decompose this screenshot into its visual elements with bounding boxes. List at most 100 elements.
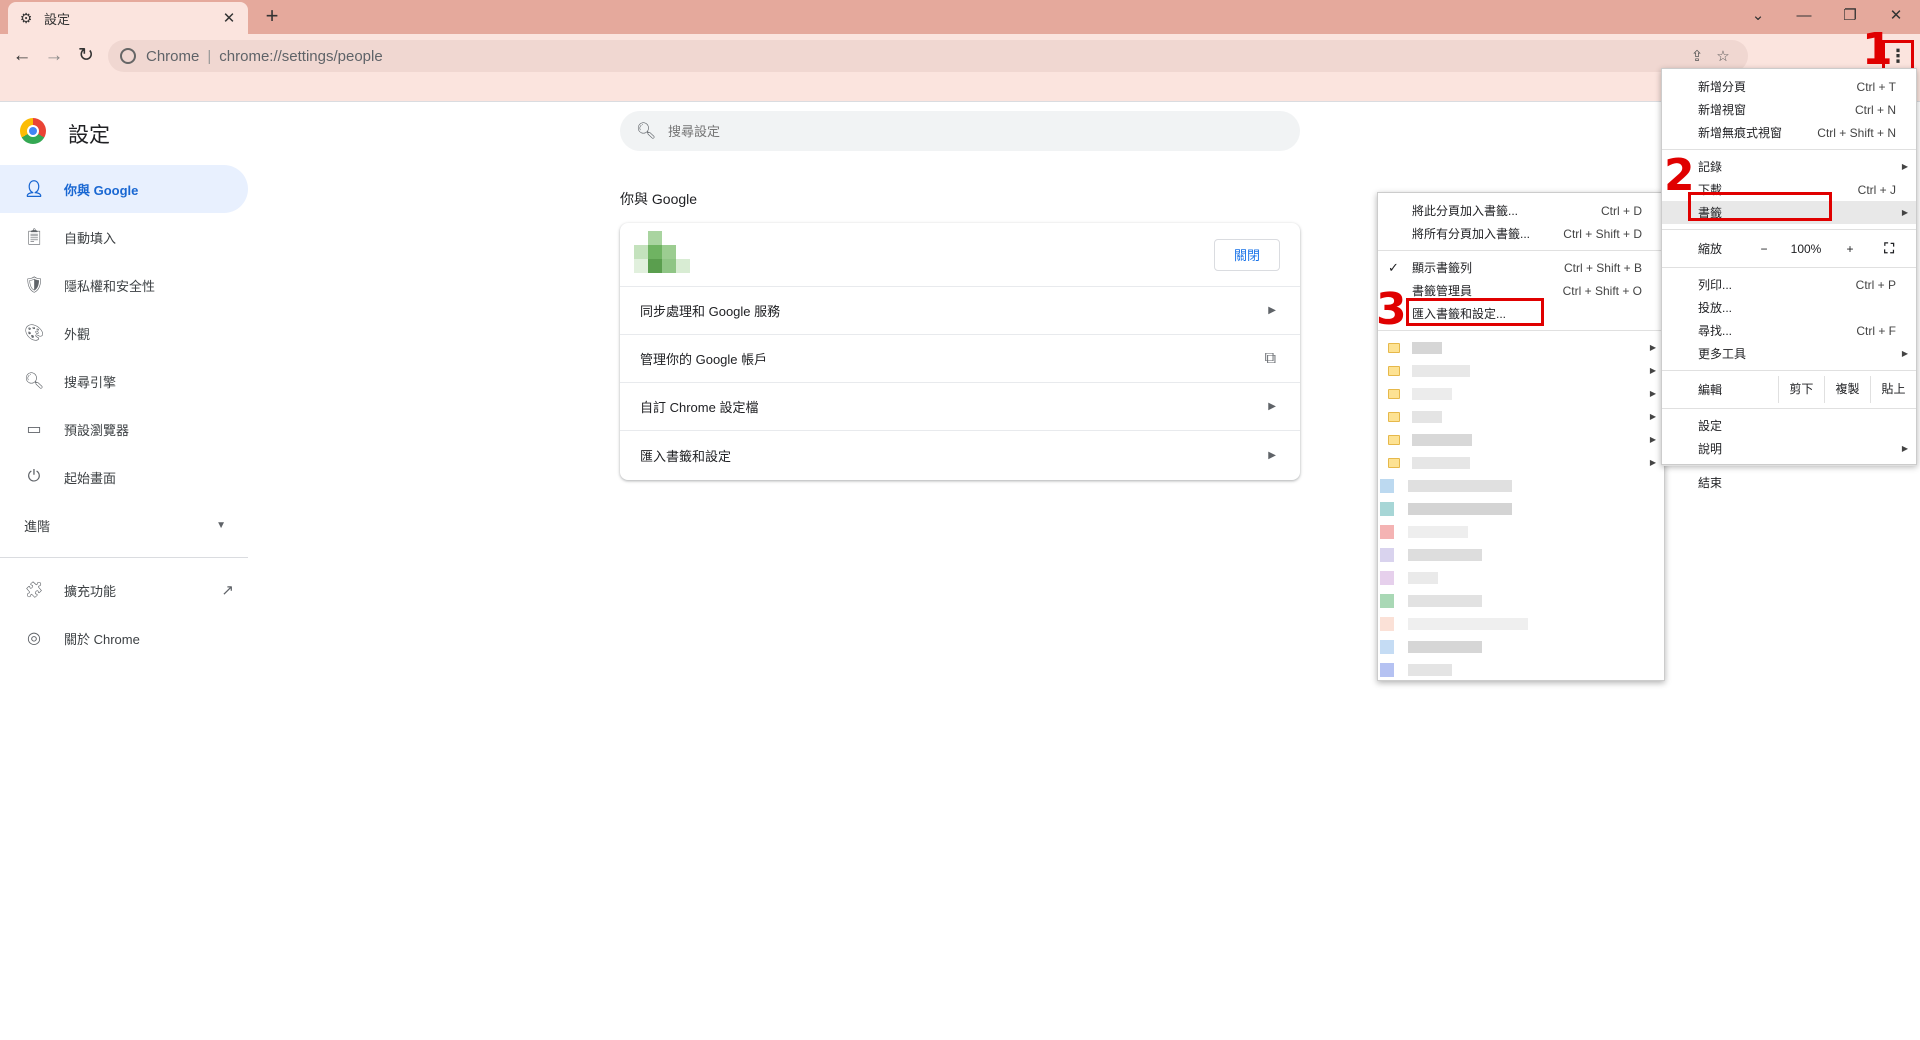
- customize-profile-row[interactable]: 自訂 Chrome 設定檔 ▶: [620, 383, 1300, 431]
- menu-item-shortcut: Ctrl + N: [1854, 102, 1896, 117]
- omnibox-scheme: Chrome: [146, 47, 200, 65]
- manage-account-row[interactable]: 管理你的 Google 帳戶 ⧉: [620, 335, 1300, 383]
- copy-button[interactable]: 複製: [1823, 376, 1870, 403]
- menu-item-shortcut: Ctrl + Shift + B: [1563, 260, 1642, 275]
- bookmark-folder[interactable]: ▶: [1378, 428, 1664, 451]
- tab-close-icon[interactable]: ✕: [220, 9, 238, 27]
- settings-search[interactable]: 🔍︎: [620, 111, 1300, 151]
- zoom-label: 縮放: [1698, 242, 1723, 256]
- tab-settings[interactable]: ⚙ 設定 ✕: [8, 2, 248, 34]
- menu-item-shortcut: Ctrl + Shift + D: [1563, 226, 1642, 241]
- menu-divider: [1662, 465, 1916, 466]
- bookmark-folder[interactable]: ▶: [1378, 336, 1664, 359]
- avatar: [634, 230, 690, 279]
- menu-item-label: 新增無痕式視窗: [1698, 126, 1783, 140]
- bookmark-link[interactable]: [1378, 520, 1664, 543]
- minimize-button[interactable]: —: [1786, 4, 1822, 28]
- import-bookmarks-row[interactable]: 匯入書籤和設定 ▶: [620, 431, 1300, 479]
- new-window-item[interactable]: 新增視窗 Ctrl + N: [1662, 98, 1916, 121]
- sidebar-item-privacy[interactable]: 🛡︎ 隱私權和安全性: [0, 261, 248, 309]
- forward-button[interactable]: →: [40, 42, 68, 70]
- show-bookmarks-bar-item[interactable]: ✓ 顯示書籤列 Ctrl + Shift + B: [1378, 256, 1664, 279]
- reload-button[interactable]: ↻: [72, 42, 100, 70]
- bookmark-link[interactable]: [1378, 612, 1664, 635]
- bookmark-link[interactable]: [1378, 658, 1664, 681]
- sidebar-item-extensions[interactable]: 🧩︎ 擴充功能 ↗: [0, 566, 248, 614]
- address-bar[interactable]: Chrome | chrome://settings/people ⇪ ☆: [108, 40, 1748, 72]
- zoom-out-button[interactable]: −: [1744, 242, 1784, 256]
- settings-item[interactable]: 設定: [1662, 414, 1916, 437]
- chevron-right-icon: ▶: [1649, 389, 1656, 398]
- bookmark-link[interactable]: [1378, 566, 1664, 589]
- share-icon[interactable]: ⇪: [1684, 47, 1710, 65]
- folder-icon: [1388, 365, 1400, 376]
- sync-services-row[interactable]: 同步處理和 Google 服務 ▶: [620, 287, 1300, 335]
- bookmark-this-tab-item[interactable]: 將此分頁加入書籤... Ctrl + D: [1378, 199, 1664, 222]
- folder-icon: [1388, 411, 1400, 422]
- folder-icon: [1388, 434, 1400, 445]
- menu-divider: [1662, 370, 1916, 371]
- bookmark-folder[interactable]: ▶: [1378, 359, 1664, 382]
- favicon-icon: [1380, 639, 1394, 654]
- chevron-right-icon: ▶: [1268, 401, 1276, 412]
- sidebar-item-label: 外觀: [64, 326, 91, 342]
- sidebar-item-on-startup[interactable]: ⏻ 起始畫面: [0, 453, 248, 501]
- sidebar-item-label: 起始畫面: [64, 470, 117, 486]
- section-title: 你與 Google: [620, 191, 698, 207]
- sidebar-item-search-engine[interactable]: 🔍︎ 搜尋引擎: [0, 357, 248, 405]
- menu-item-label: 新增分頁: [1698, 80, 1747, 94]
- paste-button[interactable]: 貼上: [1869, 376, 1916, 403]
- sidebar-item-label: 擴充功能: [64, 583, 117, 599]
- step-1-annotation: 1: [1862, 24, 1893, 75]
- sidebar-item-autofill[interactable]: 📋︎ 自動填入: [0, 213, 248, 261]
- zoom-in-button[interactable]: +: [1828, 242, 1872, 256]
- bookmark-link[interactable]: [1378, 589, 1664, 612]
- sidebar-advanced-toggle[interactable]: 進階 ▼: [0, 501, 248, 549]
- bookmark-folder[interactable]: ▶: [1378, 382, 1664, 405]
- tab-title: 設定: [44, 11, 71, 27]
- sidebar-item-appearance[interactable]: 🎨︎ 外觀: [0, 309, 248, 357]
- cast-item[interactable]: 投放...: [1662, 296, 1916, 319]
- find-item[interactable]: 尋找... Ctrl + F: [1662, 319, 1916, 342]
- bookmark-link[interactable]: [1378, 474, 1664, 497]
- help-item[interactable]: 說明 ▶: [1662, 437, 1916, 460]
- chevron-right-icon: ▶: [1649, 343, 1656, 352]
- search-input[interactable]: [668, 123, 1168, 139]
- new-tab-button[interactable]: +: [260, 5, 284, 29]
- new-tab-item[interactable]: 新增分頁 Ctrl + T: [1662, 75, 1916, 98]
- bookmark-link[interactable]: [1378, 543, 1664, 566]
- tab-search-dropdown-icon[interactable]: ⌄: [1740, 4, 1776, 28]
- bookmark-link[interactable]: [1378, 635, 1664, 658]
- bookmark-all-tabs-item[interactable]: 將所有分頁加入書籤... Ctrl + Shift + D: [1378, 222, 1664, 245]
- fullscreen-icon[interactable]: ⛶: [1884, 240, 1894, 257]
- bookmark-folder[interactable]: ▶: [1378, 451, 1664, 474]
- more-tools-item[interactable]: 更多工具 ▶: [1662, 342, 1916, 365]
- new-incognito-window-item[interactable]: 新增無痕式視窗 Ctrl + Shift + N: [1662, 121, 1916, 144]
- star-icon[interactable]: ☆: [1710, 47, 1736, 65]
- history-item[interactable]: 記錄 ▶: [1662, 155, 1916, 178]
- menu-divider: [1662, 229, 1916, 230]
- browser-icon: ▭: [26, 421, 42, 438]
- cut-button[interactable]: 剪下: [1777, 376, 1824, 403]
- sidebar-item-default-browser[interactable]: ▭ 預設瀏覽器: [0, 405, 248, 453]
- sidebar-item-label: 搜尋引擎: [64, 374, 117, 390]
- sidebar-item-about[interactable]: ◎ 關於 Chrome: [0, 614, 248, 662]
- print-item[interactable]: 列印... Ctrl + P: [1662, 273, 1916, 296]
- page-title: 設定: [68, 124, 110, 147]
- search-icon: 🔍︎: [24, 373, 45, 390]
- edit-label: 編輯: [1698, 383, 1723, 397]
- row-label: 自訂 Chrome 設定檔: [640, 400, 759, 415]
- back-button[interactable]: ←: [8, 42, 36, 70]
- omnibox-url[interactable]: chrome://settings/people: [219, 48, 1684, 65]
- menu-item-label: 書籤管理員: [1412, 284, 1473, 298]
- bookmark-link[interactable]: [1378, 497, 1664, 520]
- exit-item[interactable]: 結束: [1662, 471, 1916, 494]
- power-icon: ⏻: [27, 468, 41, 485]
- sidebar-divider: [0, 557, 248, 558]
- bookmark-folder[interactable]: ▶: [1378, 405, 1664, 428]
- turn-off-sync-button[interactable]: 關閉: [1214, 238, 1280, 271]
- menu-item-label: 將此分頁加入書籤...: [1412, 204, 1519, 218]
- sidebar-item-you-and-google[interactable]: 👤︎ 你與 Google: [0, 165, 248, 213]
- menu-item-label: 新增視窗: [1698, 103, 1747, 117]
- bookmarks-highlight-box: [1688, 192, 1832, 221]
